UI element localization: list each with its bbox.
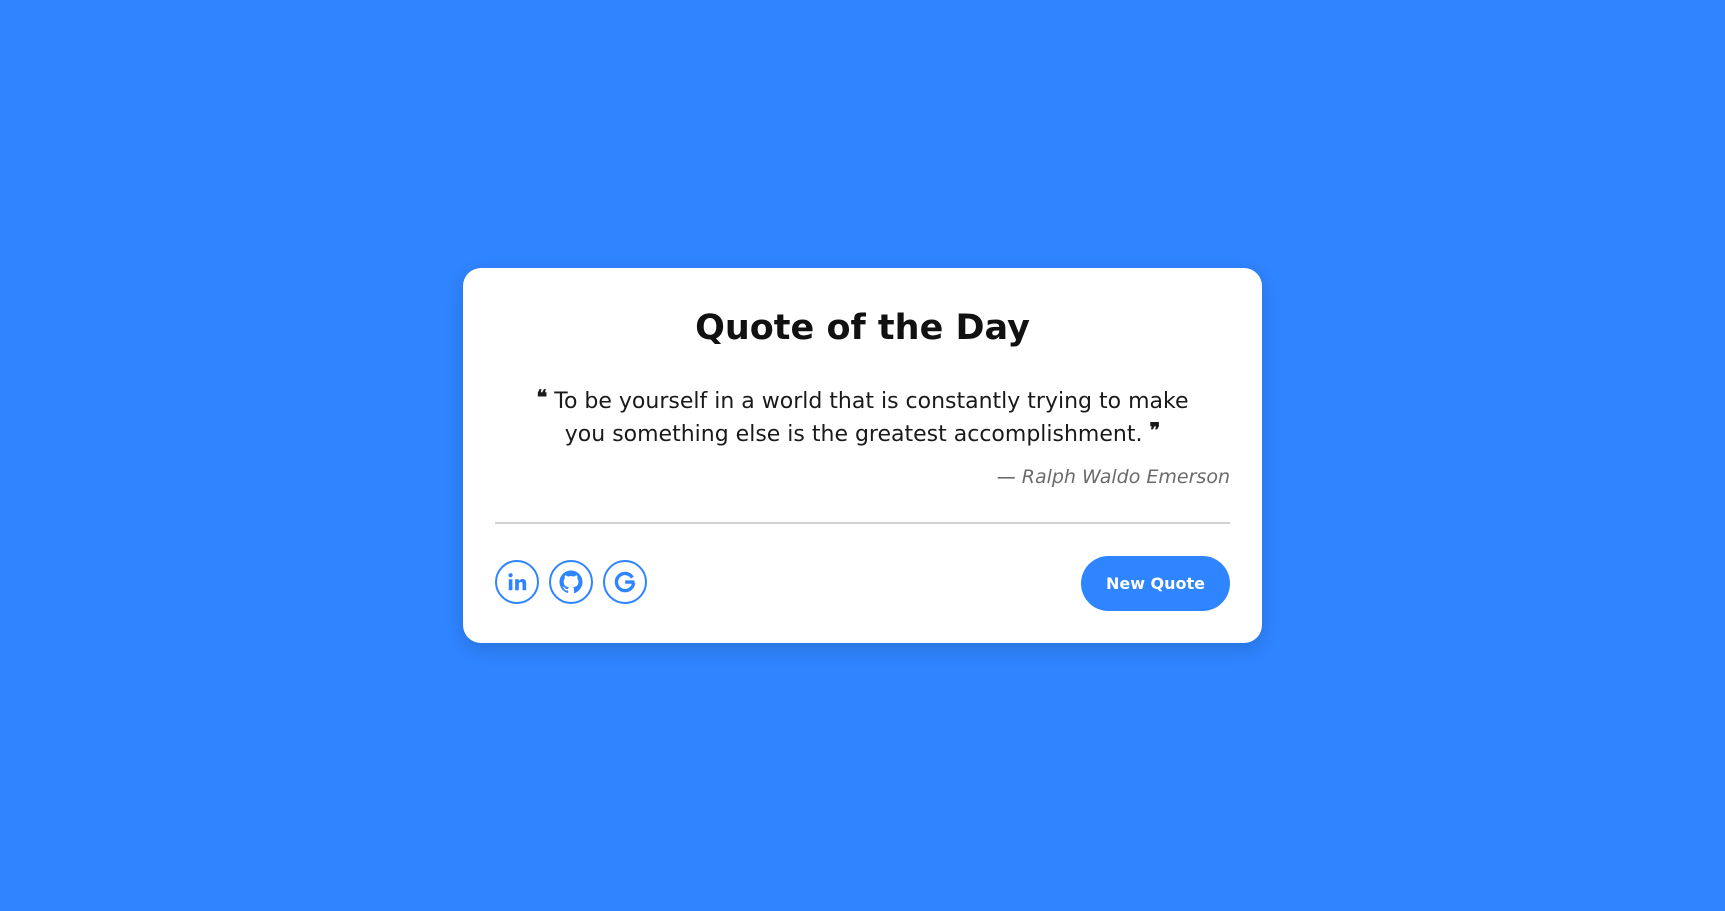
new-quote-button[interactable]: New Quote [1081,556,1230,611]
quote-text-block: ❝ To be yourself in a world that is cons… [519,385,1206,451]
author-dash: — [996,466,1016,488]
linkedin-icon [508,573,527,591]
quote-card: Quote of the Day ❝ To be yourself in a w… [463,268,1262,643]
quote-author: — Ralph Waldo Emerson [997,464,1230,490]
github-button[interactable] [549,560,593,604]
google-button[interactable] [603,560,647,604]
card-divider [495,522,1230,524]
github-icon [559,570,583,594]
social-links [495,560,647,604]
linkedin-button[interactable] [495,560,539,604]
google-icon [614,571,636,593]
open-quote-icon: ❝ [536,385,548,409]
card-title: Quote of the Day [695,308,1030,348]
author-name: Ralph Waldo Emerson [1021,466,1230,488]
quote-text: To be yourself in a world that is consta… [554,389,1189,447]
close-quote-icon: ❞ [1149,418,1161,442]
